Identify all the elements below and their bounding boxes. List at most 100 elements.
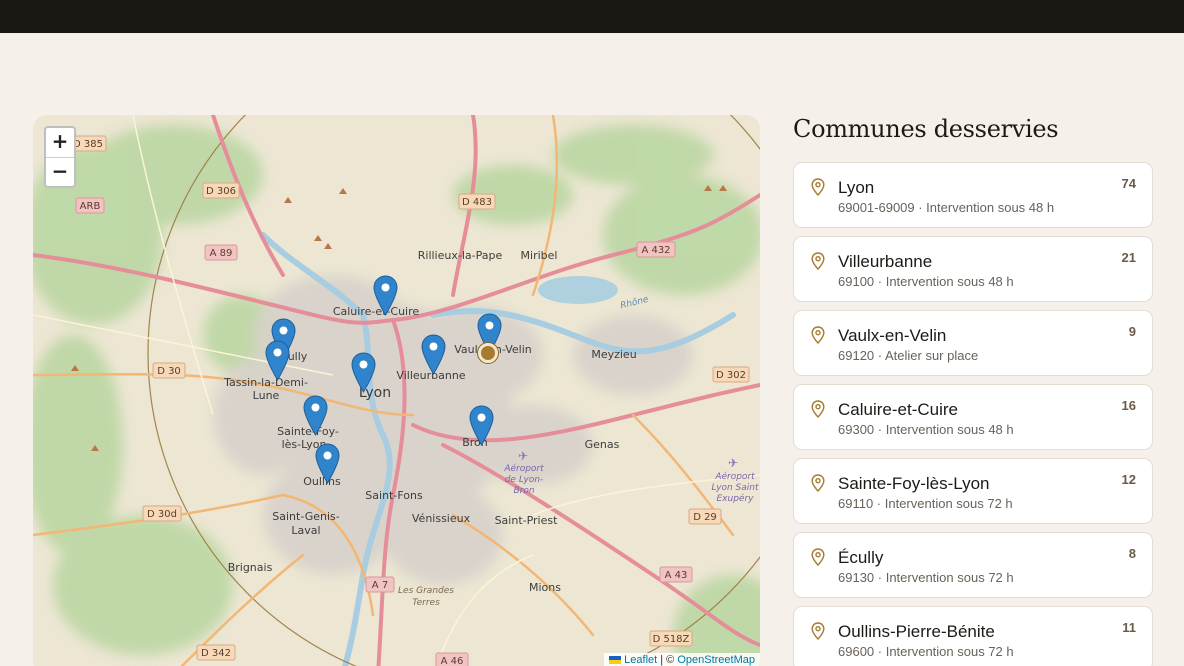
commune-count: 74 xyxy=(1121,176,1136,191)
commune-meta: 69120 · Atelier sur place xyxy=(838,348,979,363)
map-marker-caluire[interactable] xyxy=(373,275,398,316)
svg-text:D 29: D 29 xyxy=(693,512,717,523)
commune-name: Villeurbanne xyxy=(838,252,933,271)
svg-text:D 342: D 342 xyxy=(201,648,231,659)
map-label-meyzieu: Meyzieu xyxy=(591,348,636,361)
commune-meta: 69300 · Intervention sous 48 h xyxy=(838,422,1014,437)
commune-name: Caluire-et-Cuire xyxy=(838,400,958,419)
location-pin-icon xyxy=(811,326,825,344)
commune-count: 12 xyxy=(1121,472,1136,487)
map-label-mions: Mions xyxy=(529,581,561,594)
map-label-miribel: Miribel xyxy=(521,249,558,262)
commune-card-vaulx-en-velin[interactable]: Vaulx-en-Velin 69120 · Atelier sur place… xyxy=(793,310,1153,376)
location-pin-icon xyxy=(811,548,825,566)
map-label-saint-genis-1: Saint-Genis- xyxy=(272,510,339,523)
map-label-aeroport-se-2: Lyon Saint xyxy=(711,483,759,493)
map-attribution: Leaflet | © OpenStreetMap xyxy=(604,653,760,666)
commune-card-sainte-foy[interactable]: Sainte-Foy-lès-Lyon 69110 · Intervention… xyxy=(793,458,1153,524)
location-pin-icon xyxy=(811,178,825,196)
map-label-aeroport-bron-1: Aéroport xyxy=(503,463,544,474)
svg-text:D 302: D 302 xyxy=(716,370,746,381)
commune-card-ecully[interactable]: Écully 69130 · Intervention sous 72 h 8 xyxy=(793,532,1153,598)
commune-name: Oullins-Pierre-Bénite xyxy=(838,622,995,641)
road-shield-a43: A 43 xyxy=(659,566,693,583)
map-marker-oullins[interactable] xyxy=(315,443,340,484)
commune-meta: 69110 · Intervention sous 72 h xyxy=(838,496,1013,511)
road-shield-arb: ARB xyxy=(75,197,105,214)
road-shield-a89: A 89 xyxy=(204,244,238,261)
top-navigation-bar xyxy=(0,0,1184,33)
road-shield-d30: D 30 xyxy=(152,362,186,379)
commune-count: 16 xyxy=(1121,398,1136,413)
road-shield-a432: A 432 xyxy=(636,241,676,258)
svg-text:A 432: A 432 xyxy=(641,245,670,256)
communes-list: Lyon 69001-69009 · Intervention sous 48 … xyxy=(793,162,1153,666)
commune-meta: 69600 · Intervention sous 72 h xyxy=(838,644,1014,659)
map-marker-lyon[interactable] xyxy=(351,352,376,393)
zoom-out-button[interactable]: − xyxy=(46,157,74,186)
commune-count: 8 xyxy=(1128,546,1136,561)
road-shield-d306: D 306 xyxy=(202,182,240,199)
road-shield-d302: D 302 xyxy=(712,366,750,383)
commune-count: 21 xyxy=(1121,250,1136,265)
svg-text:ARB: ARB xyxy=(80,201,101,212)
location-pin-icon xyxy=(811,622,825,640)
map-label-genas: Genas xyxy=(585,438,620,451)
map-marker-tassin[interactable] xyxy=(265,340,290,381)
commune-meta: 69100 · Intervention sous 48 h xyxy=(838,274,1014,289)
svg-text:A 46: A 46 xyxy=(441,656,464,666)
svg-text:D 385: D 385 xyxy=(73,139,103,150)
commune-name: Sainte-Foy-lès-Lyon xyxy=(838,474,990,493)
map-label-tassin-2: Lune xyxy=(253,389,280,402)
road-shield-d483: D 483 xyxy=(458,193,496,210)
commune-card-villeurbanne[interactable]: Villeurbanne 69100 · Intervention sous 4… xyxy=(793,236,1153,302)
attribution-separator: | © xyxy=(657,654,678,666)
map-label-rillieux: Rillieux-la-Pape xyxy=(418,249,503,262)
svg-text:D 518Z: D 518Z xyxy=(653,634,690,645)
map-label-grandes-terres-2: Terres xyxy=(412,598,440,608)
map-label-saint-priest: Saint-Priest xyxy=(495,514,559,527)
road-shield-a46: A 46 xyxy=(435,652,469,666)
map-marker-bron[interactable] xyxy=(469,405,494,446)
workshop-location-marker[interactable] xyxy=(478,343,498,363)
map-label-brignais: Brignais xyxy=(228,561,273,574)
commune-card-caluire[interactable]: Caluire-et-Cuire 69300 · Intervention so… xyxy=(793,384,1153,450)
map-label-aeroport-se-1: Aéroport xyxy=(714,471,755,482)
commune-name: Lyon xyxy=(838,178,875,197)
map-tiles: ✈ ✈ Lyon Caluire-et-Cuire Villeurbanne V… xyxy=(33,115,760,666)
svg-text:D 306: D 306 xyxy=(206,186,236,197)
commune-count: 11 xyxy=(1122,620,1136,635)
map-label-aeroport-bron-3: Bron xyxy=(513,486,534,496)
location-pin-icon xyxy=(811,252,825,270)
commune-card-lyon[interactable]: Lyon 69001-69009 · Intervention sous 48 … xyxy=(793,162,1153,228)
commune-name: Vaulx-en-Velin xyxy=(838,326,947,345)
section-title: Communes desservies xyxy=(793,115,1059,143)
road-shield-a7: A 7 xyxy=(365,576,395,593)
svg-text:A 43: A 43 xyxy=(665,570,688,581)
map-label-venissieux: Vénissieux xyxy=(412,512,471,525)
road-shield-d518z: D 518Z xyxy=(649,630,693,647)
commune-meta: 69001-69009 · Intervention sous 48 h xyxy=(838,200,1055,215)
zoom-control: + − xyxy=(44,126,76,188)
commune-meta: 69130 · Intervention sous 72 h xyxy=(838,570,1014,585)
leaflet-link[interactable]: Leaflet xyxy=(624,654,657,666)
road-shield-d342: D 342 xyxy=(196,644,236,661)
map-marker-sainte-foy[interactable] xyxy=(303,395,328,436)
location-pin-icon xyxy=(811,474,825,492)
map-label-saint-fons: Saint-Fons xyxy=(365,489,423,502)
commune-name: Écully xyxy=(838,548,884,567)
svg-text:D 30d: D 30d xyxy=(147,509,177,520)
service-area-map[interactable]: ✈ ✈ Lyon Caluire-et-Cuire Villeurbanne V… xyxy=(33,115,760,666)
zoom-in-button[interactable]: + xyxy=(46,128,74,157)
location-pin-icon xyxy=(811,400,825,418)
map-label-aeroport-se-3: Exupéry xyxy=(717,493,755,504)
svg-text:A 89: A 89 xyxy=(210,248,233,259)
map-marker-villeurbanne[interactable] xyxy=(421,334,446,375)
openstreetmap-link[interactable]: OpenStreetMap xyxy=(677,654,755,666)
svg-text:D 30: D 30 xyxy=(157,366,181,377)
svg-text:✈: ✈ xyxy=(728,456,738,470)
map-label-aeroport-bron-2: de Lyon- xyxy=(505,475,544,485)
svg-text:D 483: D 483 xyxy=(462,197,492,208)
commune-card-oullins[interactable]: Oullins-Pierre-Bénite 69600 · Interventi… xyxy=(793,606,1153,666)
map-label-grandes-terres-1: Les Grandes xyxy=(398,586,454,596)
